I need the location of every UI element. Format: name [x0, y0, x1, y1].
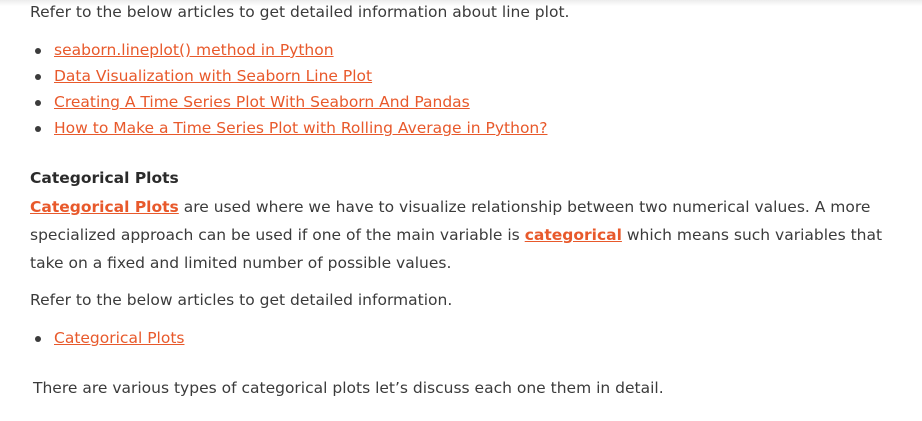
link-seaborn-lineplot[interactable]: seaborn.lineplot() method in Python — [54, 41, 334, 59]
categorical-plots-link[interactable]: Categorical Plots — [30, 198, 179, 216]
line-plot-links-list: seaborn.lineplot() method in Python Data… — [34, 37, 547, 141]
list-item: How to Make a Time Series Plot with Roll… — [34, 115, 547, 141]
list-item: Creating A Time Series Plot With Seaborn… — [34, 89, 547, 115]
closing-text: There are various types of categorical p… — [33, 379, 664, 397]
categorical-link[interactable]: categorical — [525, 226, 622, 244]
section-heading: Categorical Plots — [30, 169, 179, 187]
categorical-links-list: Categorical Plots — [34, 325, 184, 351]
list-item: Categorical Plots — [34, 325, 184, 351]
categorical-paragraph: Categorical Plots are used where we have… — [30, 193, 890, 277]
link-categorical-plots[interactable]: Categorical Plots — [54, 329, 184, 347]
link-data-visualization-line-plot[interactable]: Data Visualization with Seaborn Line Plo… — [54, 67, 372, 85]
link-time-series-plot[interactable]: Creating A Time Series Plot With Seaborn… — [54, 93, 470, 111]
list-item: Data Visualization with Seaborn Line Plo… — [34, 63, 547, 89]
list-item: seaborn.lineplot() method in Python — [34, 37, 547, 63]
link-rolling-average[interactable]: How to Make a Time Series Plot with Roll… — [54, 119, 547, 137]
intro-text: Refer to the below articles to get detai… — [30, 3, 570, 21]
refer-text: Refer to the below articles to get detai… — [30, 291, 453, 309]
